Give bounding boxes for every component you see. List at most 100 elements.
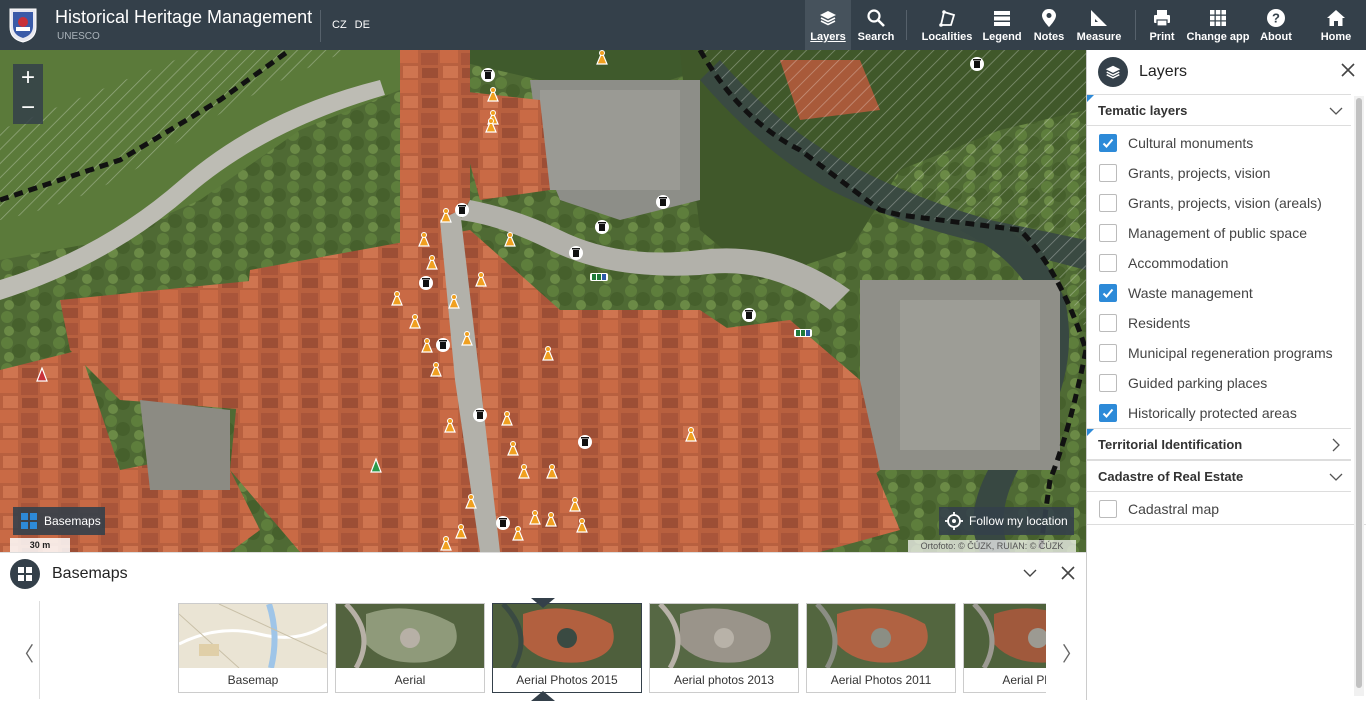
layer-checkbox[interactable] — [1099, 500, 1117, 518]
layer-checkbox[interactable] — [1099, 134, 1117, 152]
monument-marker[interactable] — [542, 346, 554, 361]
monument-marker[interactable] — [426, 255, 438, 270]
layer-item[interactable]: Grants, projects, vision (areals) — [1087, 188, 1351, 218]
monument-marker[interactable] — [461, 331, 473, 346]
layer-item[interactable]: Waste management — [1087, 278, 1351, 308]
layer-item[interactable]: Cultural monuments — [1087, 128, 1351, 158]
layer-checkbox[interactable] — [1099, 254, 1117, 272]
monument-marker[interactable] — [576, 518, 588, 533]
basemap-option[interactable]: Aerial Photos — [963, 603, 1046, 693]
layer-checkbox[interactable] — [1099, 314, 1117, 332]
waste-bin-marker[interactable] — [569, 246, 583, 260]
layers-panel: Layers Tematic layers Cultural monuments G… — [1086, 50, 1366, 700]
panel-scrollbar[interactable] — [1354, 96, 1364, 696]
layer-item[interactable]: Historically protected areas — [1087, 398, 1351, 428]
layer-section-header[interactable]: Tematic layers — [1087, 94, 1351, 126]
toolbar-layers-button[interactable]: Layers — [805, 0, 851, 50]
layer-item[interactable]: Grants, projects, vision — [1087, 158, 1351, 188]
monument-marker[interactable] — [596, 50, 608, 65]
layer-checkbox[interactable] — [1099, 194, 1117, 212]
toolbar-change-app-button[interactable]: Change app — [1186, 0, 1250, 50]
layer-checkbox[interactable] — [1099, 344, 1117, 362]
monument-marker[interactable] — [391, 291, 403, 306]
monument-marker[interactable] — [440, 536, 452, 551]
layer-checkbox[interactable] — [1099, 374, 1117, 392]
monument-marker[interactable] — [501, 411, 513, 426]
monument-marker[interactable] — [440, 208, 452, 223]
layer-checkbox[interactable] — [1099, 404, 1117, 422]
monument-marker[interactable] — [421, 338, 433, 353]
language-de[interactable]: DE — [355, 19, 370, 31]
monument-marker[interactable] — [569, 497, 581, 512]
basemap-option[interactable]: Aerial — [335, 603, 485, 693]
basemap-option[interactable]: Basemap — [178, 603, 328, 693]
map-view[interactable]: + − Basemaps 30 m Follow my location Ort… — [0, 50, 1086, 552]
layer-item[interactable]: Residents — [1087, 308, 1351, 338]
waste-bin-marker[interactable] — [970, 57, 984, 71]
special-marker[interactable] — [36, 366, 48, 382]
recycling-marker[interactable] — [590, 273, 608, 281]
toolbar-legend-button[interactable]: Legend — [980, 0, 1024, 50]
recycling-marker[interactable] — [794, 329, 812, 337]
close-panel-button[interactable] — [1340, 62, 1356, 83]
monument-marker[interactable] — [512, 526, 524, 541]
monument-marker[interactable] — [409, 314, 421, 329]
waste-bin-marker[interactable] — [455, 203, 469, 217]
toolbar-print-button[interactable]: Print — [1142, 0, 1182, 50]
layer-item[interactable]: Guided parking places — [1087, 368, 1351, 398]
waste-bin-marker[interactable] — [481, 68, 495, 82]
toolbar-notes-button[interactable]: Notes — [1028, 0, 1070, 50]
close-basemaps-button[interactable] — [1060, 565, 1076, 586]
zoom-out-button[interactable]: − — [13, 94, 43, 124]
waste-bin-marker[interactable] — [473, 408, 487, 422]
toolbar-measure-button[interactable]: Measure — [1073, 0, 1125, 50]
waste-bin-marker[interactable] — [419, 276, 433, 290]
scrollbar-thumb[interactable] — [1356, 98, 1362, 688]
toolbar-home-button[interactable]: Home — [1314, 0, 1358, 50]
monument-marker[interactable] — [529, 510, 541, 525]
monument-marker[interactable] — [487, 87, 499, 102]
monument-marker[interactable] — [475, 272, 487, 287]
layer-item[interactable]: Municipal regeneration programs — [1087, 338, 1351, 368]
layer-section-header[interactable]: Cadastre of Real Estate — [1087, 460, 1351, 492]
monument-marker[interactable] — [545, 512, 557, 527]
basemap-option[interactable]: Aerial Photos 2015 — [492, 603, 642, 693]
monument-marker[interactable] — [418, 232, 430, 247]
layer-checkbox[interactable] — [1099, 164, 1117, 182]
monument-marker[interactable] — [444, 418, 456, 433]
waste-bin-marker[interactable] — [436, 338, 450, 352]
layer-item[interactable]: Accommodation — [1087, 248, 1351, 278]
waste-bin-marker[interactable] — [656, 195, 670, 209]
toolbar-search-button[interactable]: Search — [853, 0, 899, 50]
monument-marker[interactable] — [448, 294, 460, 309]
toolbar-about-button[interactable]: ? About — [1254, 0, 1298, 50]
special-marker[interactable] — [370, 457, 382, 473]
waste-bin-marker[interactable] — [595, 220, 609, 234]
monument-marker[interactable] — [685, 427, 697, 442]
toolbar-localities-button[interactable]: Localities — [918, 0, 976, 50]
city-crest-logo[interactable] — [8, 7, 38, 43]
basemap-option[interactable]: Aerial Photos 2011 — [806, 603, 956, 693]
carousel-prev-button[interactable]: 〈 — [14, 638, 34, 667]
monument-marker[interactable] — [465, 494, 477, 509]
waste-bin-marker[interactable] — [496, 516, 510, 530]
layer-item[interactable]: Management of public space — [1087, 218, 1351, 248]
monument-marker[interactable] — [507, 441, 519, 456]
waste-bin-marker[interactable] — [742, 308, 756, 322]
monument-marker[interactable] — [430, 362, 442, 377]
follow-location-button[interactable]: Follow my location — [939, 507, 1074, 535]
monument-marker[interactable] — [504, 232, 516, 247]
zoom-in-button[interactable]: + — [13, 64, 43, 94]
monument-marker[interactable] — [455, 524, 467, 539]
basemap-option[interactable]: Aerial photos 2013 — [649, 603, 799, 693]
monument-marker[interactable] — [518, 464, 530, 479]
layer-section-header[interactable]: Territorial Identification — [1087, 428, 1351, 460]
waste-bin-marker[interactable] — [578, 435, 592, 449]
language-cz[interactable]: CZ — [332, 19, 347, 31]
layer-item[interactable]: Cadastral map — [1087, 494, 1351, 524]
basemaps-toggle-button[interactable]: Basemaps — [13, 507, 105, 535]
layer-checkbox[interactable] — [1099, 284, 1117, 302]
layer-checkbox[interactable] — [1099, 224, 1117, 242]
carousel-next-button[interactable]: 〉 — [1062, 638, 1082, 667]
monument-marker[interactable] — [546, 464, 558, 479]
